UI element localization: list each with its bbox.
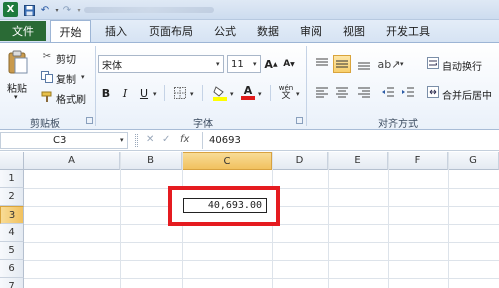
paste-icon[interactable]: [6, 48, 30, 76]
tab-developer[interactable]: 开发工具: [380, 20, 436, 42]
divider: [164, 85, 165, 101]
column-header-c[interactable]: C: [182, 152, 272, 170]
gridline: [388, 152, 389, 288]
divider: [202, 85, 203, 101]
tab-view[interactable]: 视图: [334, 20, 374, 42]
phonetic-dropdown-icon[interactable]: ▾: [296, 90, 300, 98]
column-header-a[interactable]: A: [24, 152, 120, 170]
orientation-icon[interactable]: ab↗: [378, 55, 401, 73]
italic-button[interactable]: I: [118, 85, 132, 101]
align-bottom-icon[interactable]: [355, 56, 373, 72]
font-color-icon[interactable]: A: [240, 84, 256, 101]
font-size-dropdown-icon[interactable]: ▾: [253, 60, 257, 68]
cut-button[interactable]: 剪切: [56, 51, 76, 66]
row-header-2[interactable]: 2: [0, 188, 24, 206]
underline-dropdown-icon[interactable]: ▾: [153, 90, 157, 98]
enter-formula-icon: ✓: [162, 134, 171, 145]
fill-color-icon[interactable]: [212, 84, 228, 101]
clipboard-launcher-icon[interactable]: [86, 117, 93, 124]
align-left-icon[interactable]: [313, 84, 331, 100]
row-header-6[interactable]: 6: [0, 260, 24, 278]
cancel-formula-icon: ✕: [146, 134, 155, 145]
grow-font-icon[interactable]: A ▲: [264, 55, 278, 73]
select-all-corner[interactable]: [0, 152, 24, 170]
font-launcher-icon[interactable]: [296, 117, 303, 124]
tab-home[interactable]: 开始: [50, 20, 91, 42]
gridline: [24, 260, 499, 261]
row-header-5[interactable]: 5: [0, 242, 24, 260]
column-header-b[interactable]: B: [120, 152, 182, 170]
align-middle-icon[interactable]: [333, 55, 351, 73]
font-group-label: 字体: [193, 119, 213, 130]
align-right-icon[interactable]: [355, 84, 373, 100]
clipboard-group-label: 剪贴板: [30, 119, 60, 130]
row-header-4[interactable]: 4: [0, 224, 24, 242]
font-color-dropdown-icon[interactable]: ▾: [258, 90, 262, 98]
insert-function-icon[interactable]: fx: [180, 134, 189, 145]
tab-data[interactable]: 数据: [248, 20, 288, 42]
align-top-icon[interactable]: [313, 56, 331, 72]
decrease-indent-icon[interactable]: [380, 84, 396, 100]
tab-insert[interactable]: 插入: [96, 20, 136, 42]
underline-button[interactable]: U: [137, 85, 151, 101]
font-name-dropdown-icon[interactable]: ▾: [216, 60, 220, 68]
borders-dropdown-icon[interactable]: ▾: [190, 90, 194, 98]
formula-input[interactable]: 40693: [202, 132, 499, 149]
copy-dropdown-icon[interactable]: ▾: [81, 73, 85, 81]
gridline: [328, 152, 329, 288]
name-box[interactable]: C3: [0, 132, 128, 149]
excel-logo-icon: X: [3, 2, 18, 17]
row-header-1[interactable]: 1: [0, 170, 24, 188]
tab-formulas[interactable]: 公式: [206, 20, 244, 42]
merge-center-icon[interactable]: [426, 85, 440, 99]
wrap-text-icon[interactable]: [426, 56, 440, 70]
divider: [270, 85, 271, 101]
wrap-text-button[interactable]: 自动换行: [442, 58, 482, 73]
gridline: [120, 152, 121, 288]
format-painter-icon[interactable]: [40, 90, 54, 103]
fill-color-dropdown-icon[interactable]: ▾: [230, 90, 234, 98]
borders-icon[interactable]: [173, 86, 187, 100]
tab-review[interactable]: 审阅: [292, 20, 330, 42]
column-header-e[interactable]: E: [328, 152, 388, 170]
increase-indent-icon[interactable]: [400, 84, 416, 100]
copy-icon[interactable]: [40, 70, 54, 83]
bold-button[interactable]: B: [99, 85, 113, 101]
shrink-font-icon[interactable]: A ▼: [282, 55, 296, 73]
gridline: [24, 242, 499, 243]
scissors-icon[interactable]: ✂: [40, 50, 54, 63]
column-header-f[interactable]: F: [388, 152, 448, 170]
splitter-handle[interactable]: [135, 134, 138, 147]
column-header-d[interactable]: D: [272, 152, 328, 170]
format-painter-button[interactable]: 格式刷: [56, 91, 86, 106]
merge-center-button[interactable]: 合并后居中: [442, 87, 492, 102]
tab-file[interactable]: 文件: [0, 21, 46, 41]
phonetic-guide-icon[interactable]: wén 文: [276, 82, 296, 102]
orientation-dropdown-icon[interactable]: ▾: [400, 60, 404, 68]
group-divider: [306, 46, 307, 126]
save-icon[interactable]: [22, 3, 36, 17]
alignment-group-label: 对齐方式: [378, 119, 418, 130]
align-center-icon[interactable]: [333, 84, 351, 100]
name-box-dropdown-icon[interactable]: ▾: [120, 136, 124, 144]
gridline: [448, 152, 449, 288]
group-divider: [95, 46, 96, 126]
font-name-field[interactable]: 宋体: [98, 55, 224, 73]
window-title-blur: [84, 5, 224, 15]
gridline: [24, 278, 499, 279]
copy-button[interactable]: 复制: [56, 71, 76, 86]
row-header-7[interactable]: 7: [0, 278, 24, 288]
paste-dropdown-icon[interactable]: ▾: [14, 93, 18, 101]
column-header-g[interactable]: G: [448, 152, 499, 170]
tab-page-layout[interactable]: 页面布局: [140, 20, 202, 42]
row-header-3[interactable]: 3: [0, 206, 24, 224]
cell-c3[interactable]: 40,693.00: [183, 198, 267, 213]
